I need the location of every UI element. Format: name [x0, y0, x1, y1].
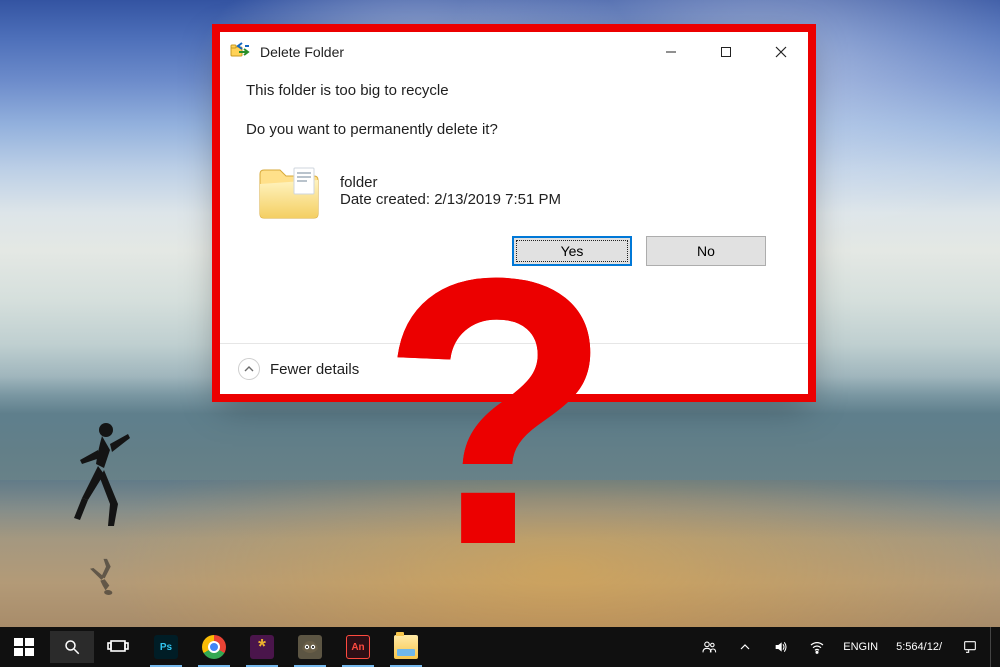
taskbar: Ps An ENG IN 5:56 4/12/ — [0, 627, 1000, 667]
close-button[interactable] — [753, 32, 808, 72]
people-button[interactable] — [693, 627, 725, 667]
taskbar-app-photoshop[interactable]: Ps — [142, 627, 190, 667]
chevron-up-icon[interactable] — [238, 358, 260, 380]
slack-icon — [250, 635, 274, 659]
action-center-button[interactable] — [954, 627, 986, 667]
taskbar-app-chrome[interactable] — [190, 627, 238, 667]
dialog-footer: Fewer details — [220, 343, 808, 394]
gimp-icon — [298, 635, 322, 659]
dialog-message-2: Do you want to permanently delete it? — [246, 121, 782, 138]
taskbar-app-explorer[interactable] — [382, 627, 430, 667]
delete-folder-icon — [230, 42, 250, 62]
clock-time: 5:56 — [896, 641, 917, 653]
taskbar-app-gimp[interactable] — [286, 627, 334, 667]
volume-button[interactable] — [765, 627, 797, 667]
wallpaper-reflection — [0, 480, 1000, 627]
maximize-button[interactable] — [698, 32, 753, 72]
lang-secondary: IN — [867, 641, 878, 653]
dialog-button-row: Yes No — [246, 226, 782, 266]
chrome-icon — [202, 635, 226, 659]
wallpaper-runner — [74, 420, 134, 540]
item-name: folder — [340, 174, 561, 191]
dialog-message-1: This folder is too big to recycle — [246, 82, 782, 99]
taskbar-app-animate[interactable]: An — [334, 627, 382, 667]
clock[interactable]: 5:56 4/12/ — [888, 627, 950, 667]
animate-icon: An — [346, 635, 370, 659]
lang-primary: ENG — [843, 641, 867, 653]
file-explorer-icon — [394, 635, 418, 659]
delete-folder-dialog: Delete Folder This folder is too big to … — [220, 32, 808, 394]
yes-button[interactable]: Yes — [512, 236, 632, 266]
folder-icon — [254, 156, 324, 226]
dialog-titlebar[interactable]: Delete Folder — [220, 32, 808, 72]
dialog-body: This folder is too big to recycle Do you… — [220, 72, 808, 343]
taskbar-app-slack[interactable] — [238, 627, 286, 667]
clock-date: 4/12/ — [918, 641, 942, 653]
item-date-created: Date created: 2/13/2019 7:51 PM — [340, 191, 561, 208]
details-toggle[interactable]: Fewer details — [270, 361, 359, 378]
dialog-item-row: folder Date created: 2/13/2019 7:51 PM — [246, 156, 782, 226]
no-button[interactable]: No — [646, 236, 766, 266]
network-button[interactable] — [801, 627, 833, 667]
photoshop-icon: Ps — [154, 635, 178, 659]
system-tray: ENG IN 5:56 4/12/ — [693, 627, 1000, 667]
dialog-title: Delete Folder — [260, 44, 344, 60]
tray-overflow-button[interactable] — [729, 627, 761, 667]
language-indicator[interactable]: ENG IN — [837, 627, 884, 667]
wallpaper-runner-shadow — [70, 554, 137, 596]
start-button[interactable] — [0, 627, 48, 667]
taskbar-search[interactable] — [50, 631, 94, 663]
task-view-button[interactable] — [94, 627, 142, 667]
show-desktop-button[interactable] — [990, 627, 996, 667]
minimize-button[interactable] — [643, 32, 698, 72]
